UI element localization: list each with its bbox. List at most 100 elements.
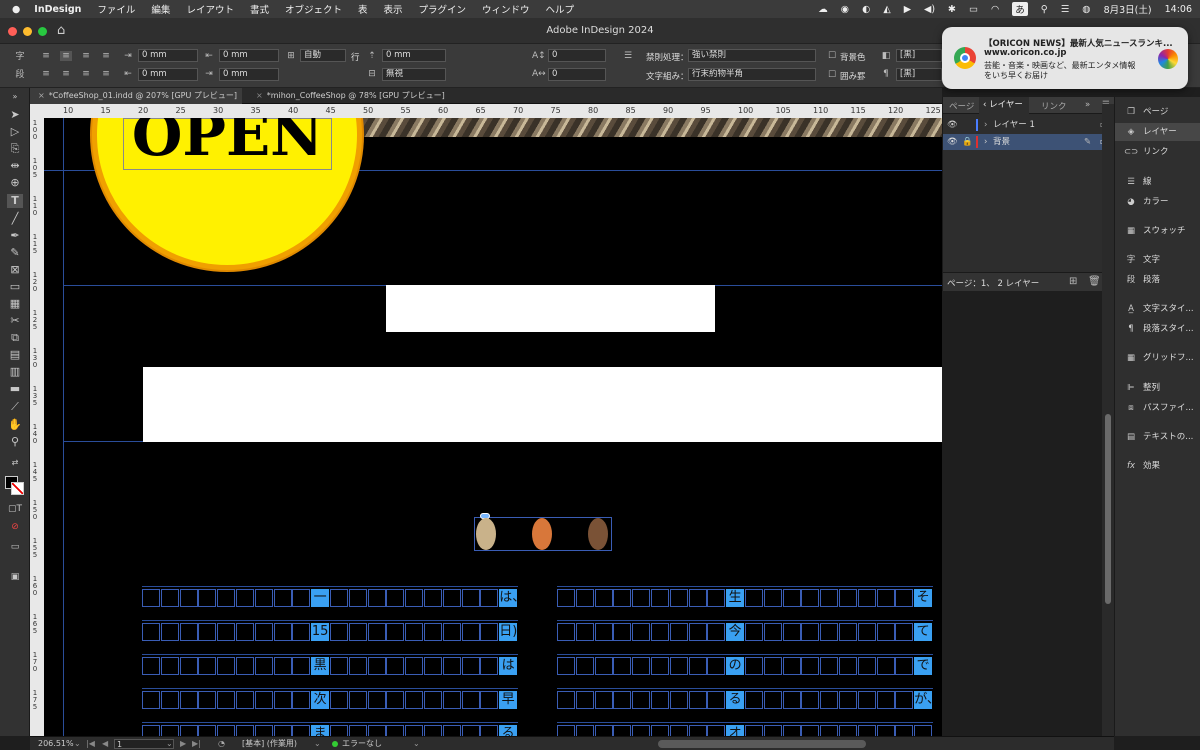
battery-icon[interactable]: ▭: [969, 4, 978, 15]
space-before-field[interactable]: 0 mm: [382, 49, 446, 62]
notification-banner[interactable]: 【ORICON NEWS】最新人気ニュースランキ... www.oricon.c…: [942, 27, 1188, 89]
rectangle-frame-tool-icon[interactable]: ⊠: [7, 263, 23, 277]
paragraph-options-icon[interactable]: ☰: [622, 51, 634, 61]
align-left-icon-2[interactable]: ≡: [40, 69, 52, 79]
hand-tool-icon[interactable]: ✋: [7, 418, 23, 432]
panel-paragraph-styles[interactable]: ¶ 段落スタイ...: [1115, 320, 1200, 338]
tab-links[interactable]: リンク: [1041, 100, 1067, 112]
gradient-feather-tool-icon[interactable]: ▥: [7, 365, 23, 379]
grid-character[interactable]: ま: [311, 725, 330, 736]
close-tab-icon[interactable]: ×: [256, 91, 263, 100]
panel-expand-icon[interactable]: »: [1085, 100, 1090, 110]
swatch-dropdown-1[interactable]: [黒]: [896, 49, 942, 62]
menu-plugins[interactable]: プラグイン: [419, 2, 467, 16]
mojikumi-dropdown[interactable]: 行末約物半角: [688, 68, 816, 81]
zoom-dropdown-icon[interactable]: ⌄: [74, 737, 81, 750]
subtitle-placeholder-box[interactable]: [143, 367, 942, 442]
fill-swatch-icon[interactable]: ◧: [880, 51, 892, 61]
menu-file[interactable]: ファイル: [97, 2, 135, 16]
grid-character[interactable]: る: [499, 725, 518, 736]
grid-character[interactable]: 今: [726, 623, 745, 641]
panel-pages[interactable]: ❐ ページ: [1115, 103, 1200, 121]
search-icon[interactable]: ⚲: [1041, 4, 1048, 15]
vertical-ruler[interactable]: 100 105 110 115 120 125 130 135 140 145 150 155 160 1…: [30, 118, 44, 736]
text-frame-right[interactable]: 生 そ今 ての でる が、オ: [557, 586, 940, 736]
panel-paragraph[interactable]: 段段落: [1115, 271, 1200, 289]
direct-selection-tool-icon[interactable]: ▷: [7, 125, 23, 139]
table-tool-icon[interactable]: ▦: [7, 297, 23, 311]
menubar-time[interactable]: 14:06: [1165, 4, 1192, 15]
panel-align[interactable]: ⊫ 整列: [1115, 379, 1200, 397]
grid-character[interactable]: 日): [499, 623, 517, 641]
rectangle-tool-icon[interactable]: ▭: [7, 280, 23, 294]
preflight-status[interactable]: エラーなし: [342, 737, 382, 750]
pencil-tool-icon[interactable]: ✎: [7, 246, 23, 260]
zoom-tool-icon[interactable]: ⚲: [7, 435, 23, 449]
preflight-icon[interactable]: ◔: [218, 737, 225, 750]
delete-layer-icon[interactable]: 🗑: [1088, 276, 1101, 287]
panel-stroke[interactable]: ☰ 線: [1115, 173, 1200, 191]
align-left-icon[interactable]: ≡: [40, 51, 52, 61]
layer-row-1[interactable]: 👁 › レイヤー 1 ▫: [943, 117, 1115, 133]
cloud-icon[interactable]: ☁: [818, 4, 828, 15]
expand-arrow-icon[interactable]: ›: [984, 117, 987, 133]
stroke-color-icon[interactable]: [11, 482, 24, 495]
apply-none-icon[interactable]: ⊘: [7, 520, 23, 534]
line-tool-icon[interactable]: ╱: [7, 212, 23, 226]
menu-view[interactable]: 表示: [384, 2, 403, 16]
menu-help[interactable]: ヘルプ: [546, 2, 575, 16]
grid-character[interactable]: 次: [311, 691, 330, 709]
paragraph-mode-icon[interactable]: 段: [14, 70, 26, 80]
new-layer-icon[interactable]: ⊞: [1069, 276, 1077, 287]
creative-cloud-icon[interactable]: ◉: [841, 4, 849, 15]
horizontal-type-icon[interactable]: 字: [14, 52, 26, 62]
tab-layers[interactable]: ‹ レイヤー: [979, 97, 1029, 114]
next-page-icon[interactable]: ▶: [180, 737, 186, 750]
wifi-icon[interactable]: ◠: [991, 4, 999, 15]
grid-character[interactable]: 15: [311, 623, 330, 641]
play-icon[interactable]: ▶: [904, 4, 911, 15]
zoom-level[interactable]: 206.51%: [38, 737, 74, 750]
last-page-icon[interactable]: ▶|: [192, 737, 201, 750]
collapse-toolbar-icon[interactable]: »: [7, 90, 23, 104]
layer-name[interactable]: レイヤー 1: [993, 117, 1035, 133]
grid-character[interactable]: は、: [499, 589, 525, 607]
panel-swatches[interactable]: ▦ スウォッチ: [1115, 222, 1200, 240]
close-tab-icon[interactable]: ×: [38, 91, 45, 100]
panel-character-styles[interactable]: A̲ 文字スタイ...: [1115, 300, 1200, 318]
panel-layers[interactable]: ◈ レイヤー: [1115, 123, 1200, 141]
note-tool-icon[interactable]: ▬: [7, 382, 23, 396]
indent-last-field[interactable]: 0 mm: [219, 68, 279, 81]
scrollbar-thumb[interactable]: [1105, 414, 1111, 604]
menu-window[interactable]: ウィンドウ: [482, 2, 530, 16]
app-menu[interactable]: InDesign: [34, 4, 81, 15]
menubar-date[interactable]: 8月3日(土): [1104, 2, 1152, 16]
align-right-icon[interactable]: ≡: [80, 51, 92, 61]
default-colors-icon[interactable]: ⇄: [7, 456, 23, 470]
frame-box-checkbox[interactable]: ☐: [826, 70, 838, 80]
panel-character[interactable]: 字文字: [1115, 251, 1200, 269]
menu-object[interactable]: オブジェクト: [285, 2, 342, 16]
coffee-bean-orange[interactable]: [532, 518, 552, 550]
eyedropper-tool-icon[interactable]: ⟋: [7, 400, 23, 414]
bg-color-checkbox[interactable]: ☐: [826, 51, 838, 61]
page-tool-icon[interactable]: ⎘: [7, 142, 23, 156]
panel-effects[interactable]: fx 効果: [1115, 457, 1200, 475]
justify-left-icon[interactable]: ≡: [100, 51, 112, 61]
grid-character[interactable]: 黒: [311, 657, 330, 675]
stroke-swatch-icon[interactable]: ¶: [880, 69, 892, 79]
control-center-icon[interactable]: ☰: [1061, 4, 1070, 15]
layer-row-2[interactable]: 👁 🔒 › 背景 ✎ ▫: [943, 134, 1115, 150]
gradient-tool-icon[interactable]: ▤: [7, 348, 23, 362]
tab-mihon-coffeeshop[interactable]: × *mihon_CoffeeShop @ 78% [GPU プレビュー]: [248, 88, 458, 104]
justify-right-icon[interactable]: ≡: [80, 69, 92, 79]
vector-icon[interactable]: ◭: [883, 4, 890, 15]
grid-character[interactable]: そ: [914, 589, 933, 607]
ime-indicator[interactable]: あ: [1012, 2, 1028, 16]
formatting-affects-container-icon[interactable]: ▢T: [7, 502, 23, 516]
indent-first-field[interactable]: 0 mm: [138, 68, 198, 81]
panel-text-wrap[interactable]: ▤ テキストの...: [1115, 428, 1200, 446]
justify-all-icon[interactable]: ≡: [100, 69, 112, 79]
panel-color[interactable]: ◕ カラー: [1115, 193, 1200, 211]
expand-arrow-icon[interactable]: ›: [984, 134, 987, 150]
